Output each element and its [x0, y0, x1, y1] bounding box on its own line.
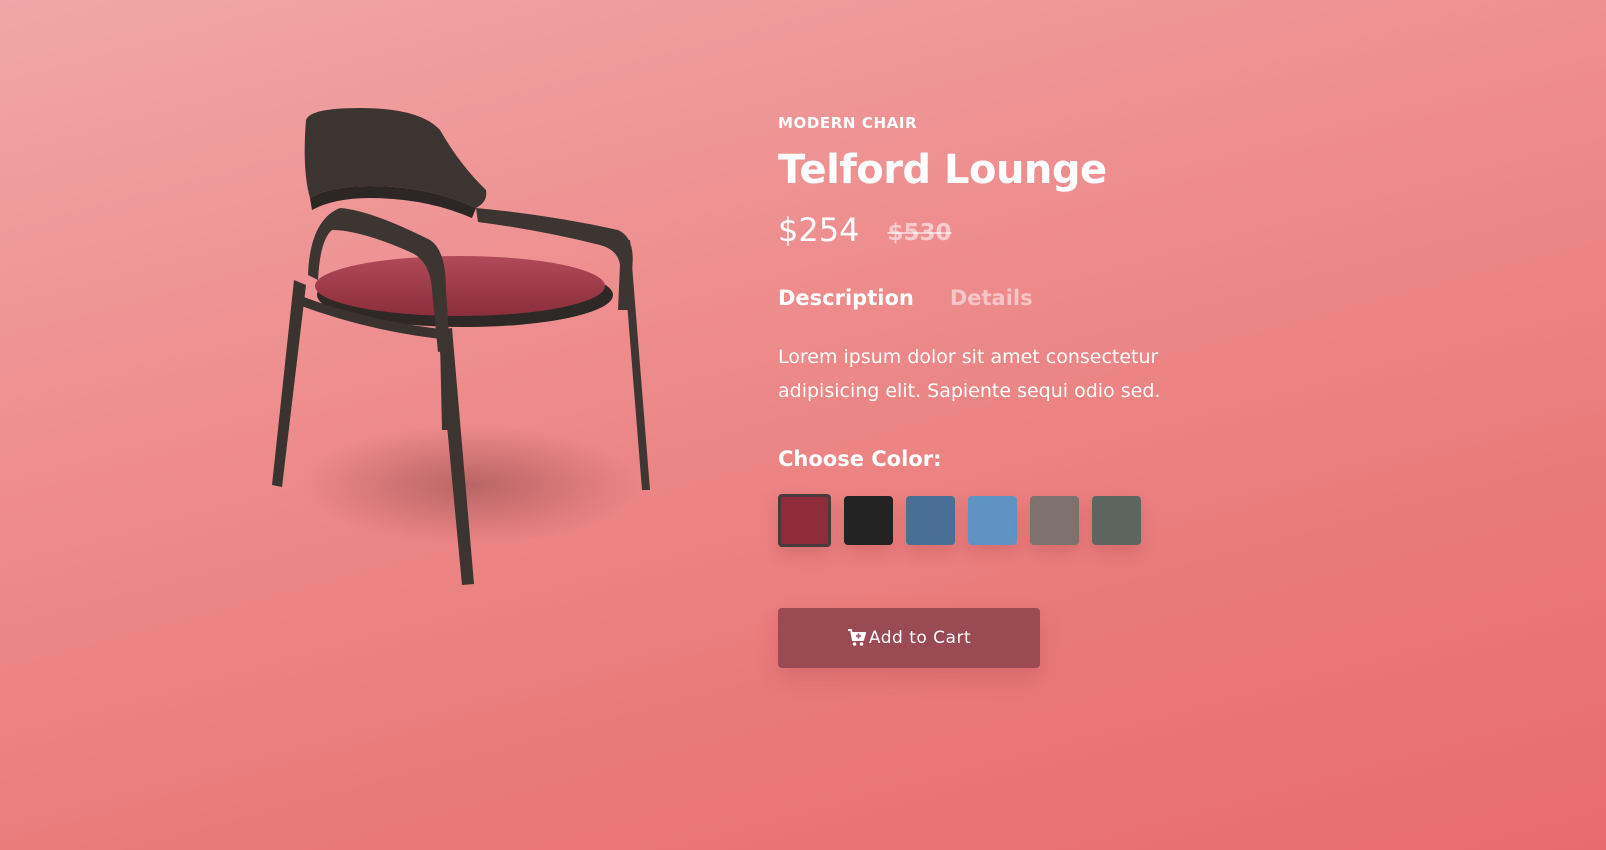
current-price: $254 — [778, 211, 860, 249]
product-page: MODERN CHAIR Telford Lounge $254 $530 De… — [0, 0, 1606, 850]
product-image — [250, 90, 690, 630]
color-swatch-red[interactable] — [778, 493, 831, 547]
color-picker-label: Choose Color: — [778, 447, 942, 471]
info-tabs: Description Details — [778, 282, 1338, 314]
product-info: MODERN CHAIR Telford Lounge $254 $530 De… — [778, 110, 1338, 668]
cart-plus-icon — [847, 629, 867, 647]
product-description: Lorem ipsum dolor sit amet consectetur a… — [778, 346, 1161, 402]
color-swatch-black[interactable] — [844, 495, 893, 545]
tab-description[interactable]: Description — [778, 282, 914, 314]
color-swatch-taupe[interactable] — [1030, 495, 1079, 545]
color-swatches — [778, 493, 1338, 547]
product-category: MODERN CHAIR — [778, 114, 918, 132]
old-price: $530 — [887, 220, 952, 246]
product-title: Telford Lounge — [778, 147, 1107, 193]
color-swatch-blue-velvet[interactable] — [906, 495, 955, 545]
add-to-cart-button[interactable]: Add to Cart — [778, 608, 1040, 668]
tab-details[interactable]: Details — [950, 282, 1033, 314]
color-swatch-light-blue[interactable] — [968, 495, 1017, 545]
price-row: $254 $530 — [778, 208, 1338, 252]
chair-illustration — [272, 108, 650, 585]
add-to-cart-label: Add to Cart — [868, 628, 972, 648]
color-swatch-grey[interactable] — [1092, 495, 1141, 545]
